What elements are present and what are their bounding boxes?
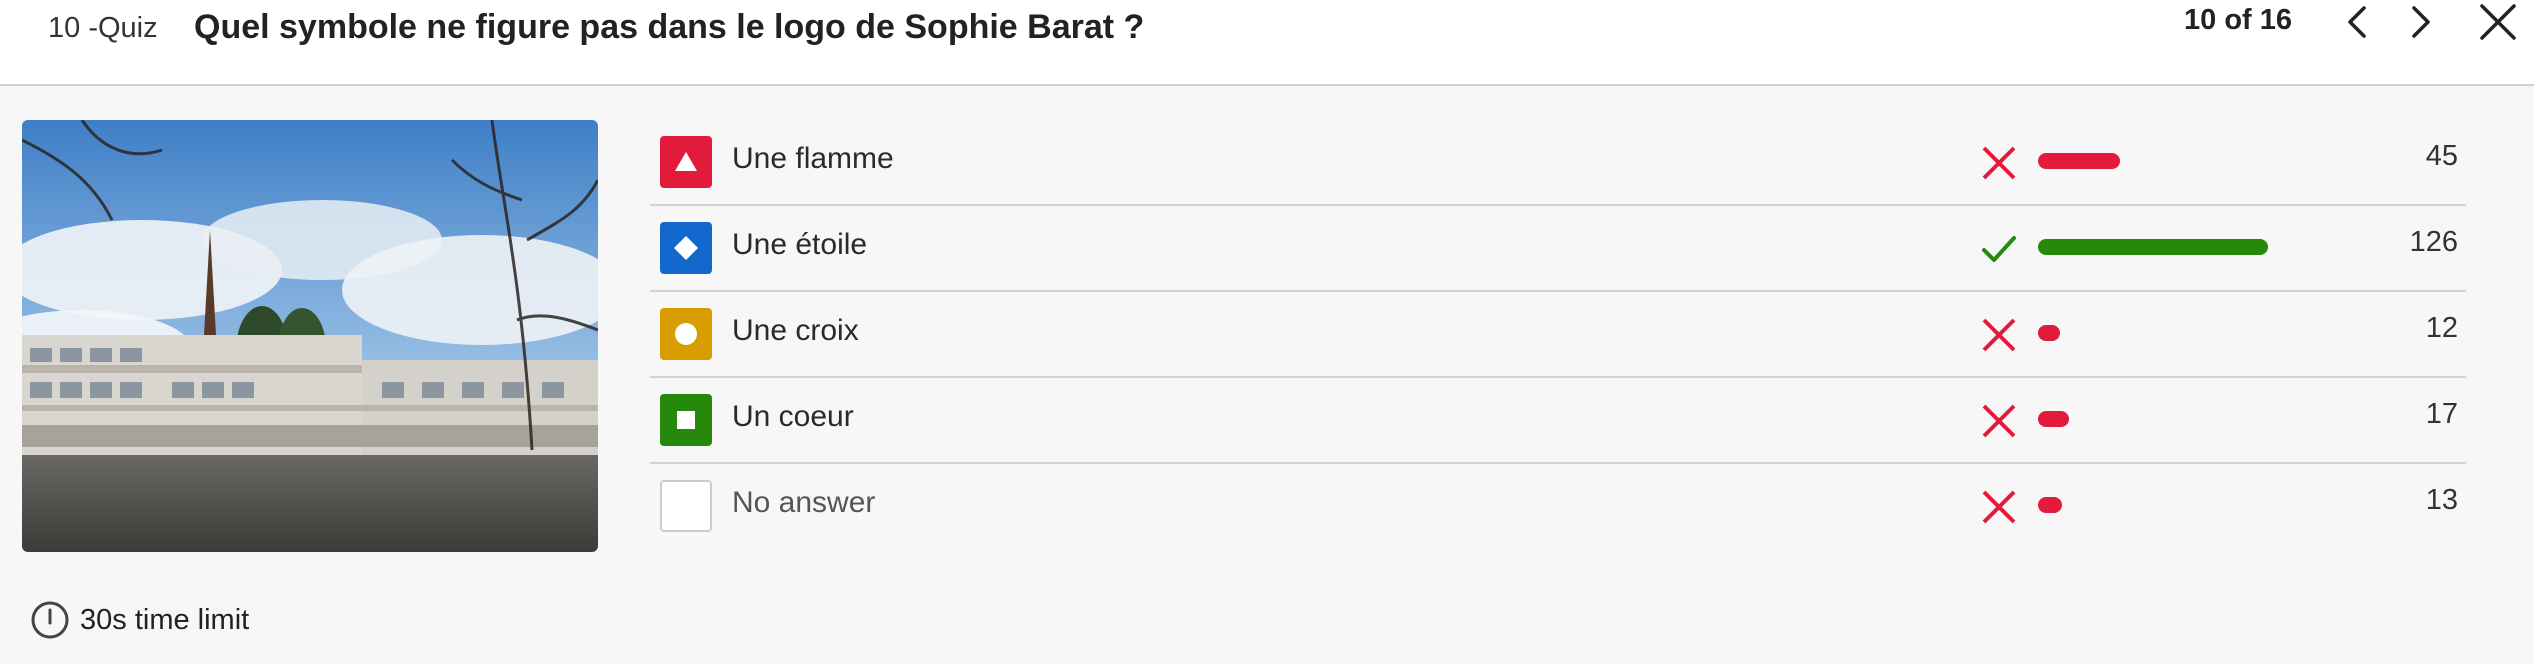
result-bar <box>2038 325 2060 341</box>
answer-count: 12 <box>2425 312 2458 344</box>
answer-list: Une flamme 45 Une étoile 126 Une croix 1… <box>650 120 2466 548</box>
wrong-icon <box>1978 314 2020 356</box>
answer-row-no-answer[interactable]: No answer 13 <box>650 464 2466 548</box>
question-counter: 10 of 16 <box>2184 4 2292 36</box>
result-bar <box>2038 411 2069 427</box>
question-image <box>22 120 598 552</box>
answer-label: No answer <box>732 486 876 519</box>
close-icon <box>2480 4 2516 40</box>
answer-label: Une croix <box>732 314 859 347</box>
check-icon <box>1978 228 2020 270</box>
answer-row-flamme[interactable]: Une flamme 45 <box>650 120 2466 206</box>
result-bar <box>2038 497 2062 513</box>
answer-shape-box <box>660 308 712 360</box>
circle-icon <box>675 323 697 345</box>
time-limit: 30s time limit <box>30 600 249 640</box>
close-button[interactable] <box>2474 0 2522 46</box>
answer-count: 17 <box>2425 398 2458 430</box>
previous-button[interactable] <box>2336 0 2380 44</box>
result-bar <box>2038 239 2268 255</box>
chevron-right-icon <box>2412 6 2430 38</box>
triangle-icon <box>675 152 697 171</box>
quiz-label: 10 -Quiz <box>48 12 158 44</box>
answer-shape-box-empty <box>660 480 712 532</box>
answer-count: 126 <box>2409 226 2458 258</box>
answer-row-etoile[interactable]: Une étoile 126 <box>650 206 2466 292</box>
time-limit-label: 30s time limit <box>80 603 250 636</box>
answer-count: 13 <box>2425 484 2458 516</box>
next-button[interactable] <box>2398 0 2442 44</box>
answer-count: 45 <box>2425 140 2458 172</box>
diamond-icon <box>674 236 698 260</box>
answer-row-coeur[interactable]: Un coeur 17 <box>650 378 2466 464</box>
answer-shape-box <box>660 222 712 274</box>
timer-icon <box>31 601 69 639</box>
quiz-header: 10 -Quiz Quel symbole ne figure pas dans… <box>0 0 2534 86</box>
answer-label: Un coeur <box>732 400 854 433</box>
wrong-icon <box>1978 400 2020 442</box>
wrong-icon <box>1978 486 2020 528</box>
answer-label: Une flamme <box>732 142 894 175</box>
chevron-left-icon <box>2348 6 2366 38</box>
square-icon <box>677 411 695 429</box>
result-bar <box>2038 153 2120 169</box>
wrong-icon <box>1978 142 2020 184</box>
answer-shape-box <box>660 394 712 446</box>
answer-row-croix[interactable]: Une croix 12 <box>650 292 2466 378</box>
answer-shape-box <box>660 136 712 188</box>
question-title: Quel symbole ne figure pas dans le logo … <box>194 8 1145 46</box>
answer-label: Une étoile <box>732 228 868 261</box>
